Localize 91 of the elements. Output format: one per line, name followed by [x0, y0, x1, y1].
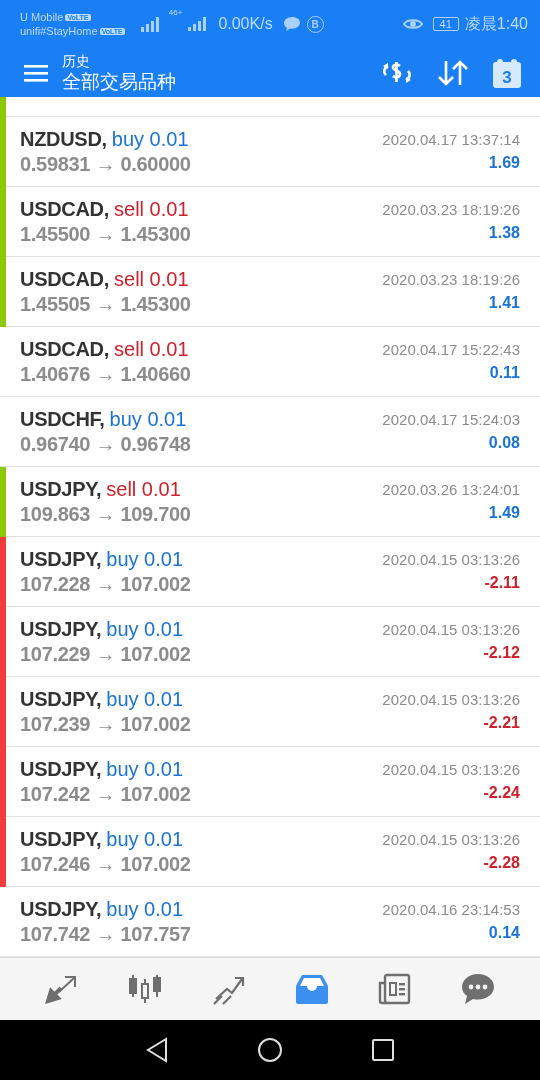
price-range: 107.242 → 107.002 — [20, 782, 191, 806]
carrier-name: unifi#StayHome — [20, 25, 98, 37]
symbol-name: USDCAD, — [20, 337, 109, 361]
order-type: buy 0.01 — [106, 757, 183, 781]
symbol-filter[interactable]: 全部交易品种 — [62, 69, 176, 94]
order-type: buy 0.01 — [106, 897, 183, 921]
price-range: 107.239 → 107.002 — [20, 712, 191, 736]
profit-value: 1.38 — [488, 223, 520, 243]
profit-value: 0.11 — [489, 363, 520, 383]
price-range: 0.96740 → 0.96748 — [20, 432, 191, 456]
order-type: buy 0.01 — [106, 547, 183, 571]
symbol-name: USDCHF, — [20, 407, 105, 431]
close-time: 2020.04.17 15:22:43 — [382, 340, 520, 360]
close-time: 2020.03.23 18:19:26 — [382, 270, 520, 290]
order-type: sell 0.01 — [114, 197, 189, 221]
order-type: buy 0.01 — [106, 827, 183, 851]
profit-value: -2.11 — [484, 573, 520, 593]
close-time: 2020.04.16 23:14:53 — [382, 900, 520, 920]
order-type: buy 0.01 — [109, 407, 187, 431]
price-range: 1.40676 → 1.40660 — [20, 362, 191, 386]
symbol-name: USDJPY, — [20, 897, 102, 921]
carrier-name: U Mobile — [20, 11, 64, 23]
symbol-name: USDJPY, — [20, 547, 102, 571]
chat-bubble-icon — [282, 16, 301, 32]
price-range: 107.228 → 107.002 — [20, 572, 191, 596]
close-time: 2020.04.15 03:13:26 — [382, 620, 520, 640]
profit-value: -2.21 — [483, 713, 520, 733]
symbol-name: USDJPY, — [20, 827, 102, 851]
network-type: 46+ — [168, 8, 183, 17]
signal-icon — [188, 17, 209, 31]
trade-row[interactable]: NZDUSD, buy 0.01 0.59831 → 0.60000 2020.04.17 13:37:14 1.69 — [0, 117, 540, 187]
menu-icon[interactable] — [24, 62, 48, 83]
price-range: 107.229 → 107.002 — [20, 642, 191, 666]
trade-row[interactable]: USDJPY, buy 0.01 107.229 → 107.002 2020.04.15 03:13:26 -2.12 — [0, 607, 540, 677]
recent-apps-icon[interactable] — [371, 1038, 395, 1062]
trade-row[interactable]: USDCAD, sell 0.01 1.45500 → 1.45300 2020.03.23 18:19:26 1.38 — [0, 187, 540, 257]
trade-row[interactable]: USDJPY, buy 0.01 107.242 → 107.002 2020.04.15 03:13:26 -2.24 — [0, 747, 540, 817]
chat-bubble-icon[interactable] — [461, 973, 496, 1005]
close-time: 2020.04.15 03:13:26 — [382, 830, 520, 850]
profit-value: 0.14 — [488, 923, 520, 943]
symbol-name: USDCAD, — [20, 197, 109, 221]
symbol-name: USDJPY, — [20, 617, 102, 641]
order-type: sell 0.01 — [106, 477, 181, 501]
symbol-name: USDJPY, — [20, 687, 102, 711]
back-icon[interactable] — [145, 1037, 169, 1063]
profit-value: -2.28 — [483, 853, 520, 873]
symbol-name: USDJPY, — [20, 757, 102, 781]
order-type: buy 0.01 — [106, 617, 183, 641]
symbol-name: NZDUSD, — [20, 127, 107, 151]
trade-row[interactable]: USDJPY, buy 0.01 107.239 → 107.002 2020.04.15 03:13:26 -2.21 — [0, 677, 540, 747]
eye-icon — [402, 17, 423, 31]
newspaper-icon[interactable] — [377, 973, 412, 1005]
diagonal-arrows-icon[interactable] — [44, 974, 79, 1004]
price-range: 1.45505 → 1.45300 — [20, 292, 191, 316]
price-range: 107.246 → 107.002 — [20, 852, 191, 876]
price-range: 107.742 → 107.757 — [20, 922, 191, 946]
candlestick-icon[interactable] — [128, 973, 163, 1005]
battery-indicator: 41 — [432, 17, 459, 31]
profit-value: -2.24 — [483, 783, 520, 803]
home-icon[interactable] — [257, 1037, 283, 1063]
inbox-icon[interactable] — [295, 974, 328, 1004]
price-range: 109.863 → 109.700 — [20, 502, 191, 526]
close-time: 2020.04.15 03:13:26 — [382, 760, 520, 780]
symbol-name: USDJPY, — [20, 477, 102, 501]
order-type: sell 0.01 — [114, 337, 189, 361]
order-type: sell 0.01 — [114, 267, 189, 291]
close-time: 2020.03.23 18:19:26 — [382, 200, 520, 220]
symbol-name: USDCAD, — [20, 267, 109, 291]
trade-row[interactable]: USDJPY, buy 0.01 107.246 → 107.002 2020.04.15 03:13:26 -2.28 — [0, 817, 540, 887]
profit-value: -2.12 — [483, 643, 520, 663]
close-time: 2020.04.17 15:24:03 — [382, 410, 520, 430]
trade-row[interactable]: USDJPY, sell 0.01 109.863 → 109.700 2020.03.26 13:24:01 1.49 — [0, 467, 540, 537]
network-speed: 0.00K/s — [218, 15, 273, 33]
order-type: buy 0.01 — [111, 127, 189, 151]
close-time: 2020.04.17 13:37:14 — [382, 130, 520, 150]
price-range: 1.45500 → 1.45300 — [20, 222, 191, 246]
trade-row[interactable]: USDCAD, sell 0.01 1.40676 → 1.40660 2020.04.17 15:22:43 0.11 — [0, 327, 540, 397]
close-time: 2020.04.15 03:13:26 — [382, 690, 520, 710]
trade-row[interactable]: USDJPY, buy 0.01 107.228 → 107.002 2020.04.15 03:13:26 -2.11 — [0, 537, 540, 607]
order-type: buy 0.01 — [106, 687, 183, 711]
close-time: 2020.04.15 03:13:26 — [382, 550, 520, 570]
profit-value: 1.69 — [488, 153, 520, 173]
trade-row[interactable]: USDCHF, buy 0.01 0.96740 → 0.96748 2020.04.17 15:24:03 0.08 — [0, 397, 540, 467]
profit-value: 1.49 — [488, 503, 520, 523]
close-time: 2020.03.26 13:24:01 — [382, 480, 520, 500]
price-range: 0.59831 → 0.60000 — [20, 152, 191, 176]
profit-value: 1.41 — [488, 293, 520, 313]
trade-row[interactable]: USDCAD, sell 0.01 1.45505 → 1.45300 2020.03.23 18:19:26 1.41 — [0, 257, 540, 327]
profit-value: 0.08 — [488, 433, 520, 453]
page-title: 历史 — [62, 51, 91, 70]
clock: 凌晨1:40 — [464, 13, 528, 34]
